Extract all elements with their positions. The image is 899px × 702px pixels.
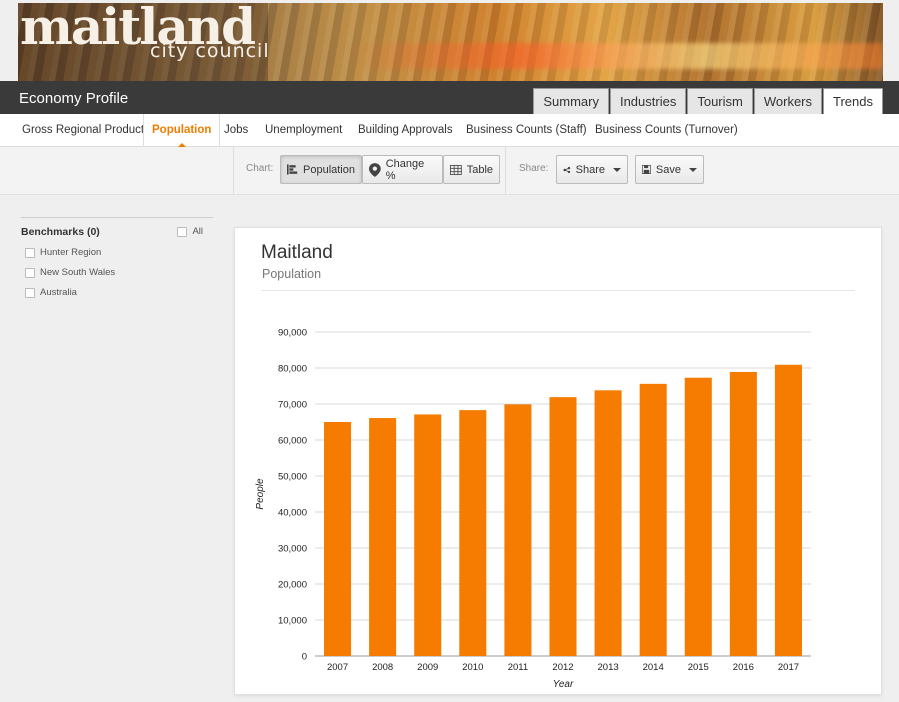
table-button[interactable]: Table [443,155,500,184]
y-tick-label: 10,000 [278,616,307,627]
share-dropdown[interactable]: Share [556,155,628,184]
tab-workers[interactable]: Workers [753,88,823,114]
change-percent-label: Change % [385,157,425,182]
share-group: Share: Share Save [505,147,704,195]
benchmark-hunter-region[interactable]: Hunter Region [25,247,213,258]
sub-nav: Gross Regional Product Population Jobs U… [0,114,899,147]
y-tick-label: 40,000 [278,508,307,519]
chevron-down-icon [613,167,621,172]
bar-2009 [414,414,442,656]
chevron-down-icon [689,167,697,172]
bar-2015 [684,377,712,656]
tab-industries[interactable]: Industries [609,88,687,114]
bar-2012 [549,397,577,656]
subnav-building-approvals[interactable]: Building Approvals [358,114,453,147]
x-tick-label: 2012 [552,662,573,673]
population-chart-button[interactable]: Population [280,155,362,184]
benchmark-new-south-wales[interactable]: New South Wales [25,267,213,278]
checkbox-icon[interactable] [25,287,35,298]
top-tabs: Summary Industries Tourism Workers Trend… [532,88,883,115]
y-tick-label: 90,000 [278,328,307,339]
table-icon [450,164,462,175]
app-title: Economy Profile [19,90,129,107]
checkbox-icon[interactable] [177,226,188,237]
x-tick-label: 2008 [372,662,393,673]
share-button-label: Share [575,163,605,176]
population-bar-chart: 0 10,000 20,000 30,000 40,000 50,000 60,000 70,… [255,328,811,690]
bar-2007 [324,422,352,656]
x-tick-label: 2010 [462,662,483,673]
chart-label: Chart: [246,163,274,174]
table-label: Table [466,163,493,176]
bar-2016 [729,371,757,656]
subnav-gross-regional-product[interactable]: Gross Regional Product [22,114,144,147]
y-tick-label: 80,000 [278,364,307,375]
tab-summary[interactable]: Summary [533,88,609,114]
select-all-benchmarks[interactable]: All [177,226,203,237]
subnav-business-counts-staff[interactable]: Business Counts (Staff) [466,114,587,147]
subnav-population-label: Population [152,124,212,136]
chart-toolbar: Chart: Population Change % Table Share: … [0,147,899,195]
y-axis-title: People [255,478,266,510]
tab-tourism[interactable]: Tourism [687,88,753,114]
y-tick-label: 30,000 [278,544,307,555]
share-label: Share: [519,163,549,174]
subnav-unemployment[interactable]: Unemployment [265,114,342,147]
x-tick-label: 2007 [327,662,348,673]
header-banner: maitland city council [18,3,883,81]
benchmarks-panel: Benchmarks (0) All Hunter Region New Sou… [21,217,213,298]
bar-chart-icon [287,164,298,175]
x-axis-title: Year [553,679,574,690]
bar-2014 [639,383,667,656]
tab-trends[interactable]: Trends [823,88,883,115]
x-tick-label: 2014 [643,662,664,673]
subnav-population[interactable]: Population [143,114,221,147]
y-tick-label: 0 [302,652,307,663]
checkbox-icon[interactable] [25,267,35,278]
top-nav-bar: Economy Profile Summary Industries Touri… [0,81,899,115]
benchmark-label: New South Wales [40,267,116,278]
location-pin-icon [369,162,381,177]
y-tick-label: 60,000 [278,436,307,447]
x-tick-label: 2016 [733,662,754,673]
subnav-jobs[interactable]: Jobs [224,114,248,147]
x-tick-label: 2015 [688,662,709,673]
bar-2008 [369,418,397,656]
checkbox-icon[interactable] [25,247,35,258]
save-icon [642,165,651,174]
x-tick-label: 2017 [778,662,799,673]
select-all-label: All [192,226,203,237]
bar-2013 [594,390,622,656]
save-dropdown[interactable]: Save [635,155,704,184]
bar-2011 [504,404,532,656]
subnav-business-counts-turnover[interactable]: Business Counts (Turnover) [595,114,738,147]
chart-card: Maitland Population 0 10,000 20,000 30,000 4… [234,227,882,695]
y-tick-label: 50,000 [278,472,307,483]
chart-type-group: Chart: Population Change % Table [233,147,505,195]
x-tick-label: 2013 [598,662,619,673]
logo-subtitle: city council [150,40,270,62]
benchmark-australia[interactable]: Australia [25,287,213,298]
population-chart-label: Population [303,163,355,176]
bar-2017 [774,364,802,656]
x-tick-label: 2009 [417,662,438,673]
x-tick-label: 2011 [508,662,528,673]
benchmark-label: Australia [40,287,77,298]
share-icon [563,166,571,173]
y-tick-label: 70,000 [278,400,307,411]
save-button-label: Save [655,163,681,176]
benchmarks-list: Hunter Region New South Wales Australia [21,247,213,298]
change-percent-button[interactable]: Change % [362,155,443,184]
bar-2010 [459,410,487,656]
benchmark-label: Hunter Region [40,247,102,258]
y-tick-label: 20,000 [278,580,307,591]
